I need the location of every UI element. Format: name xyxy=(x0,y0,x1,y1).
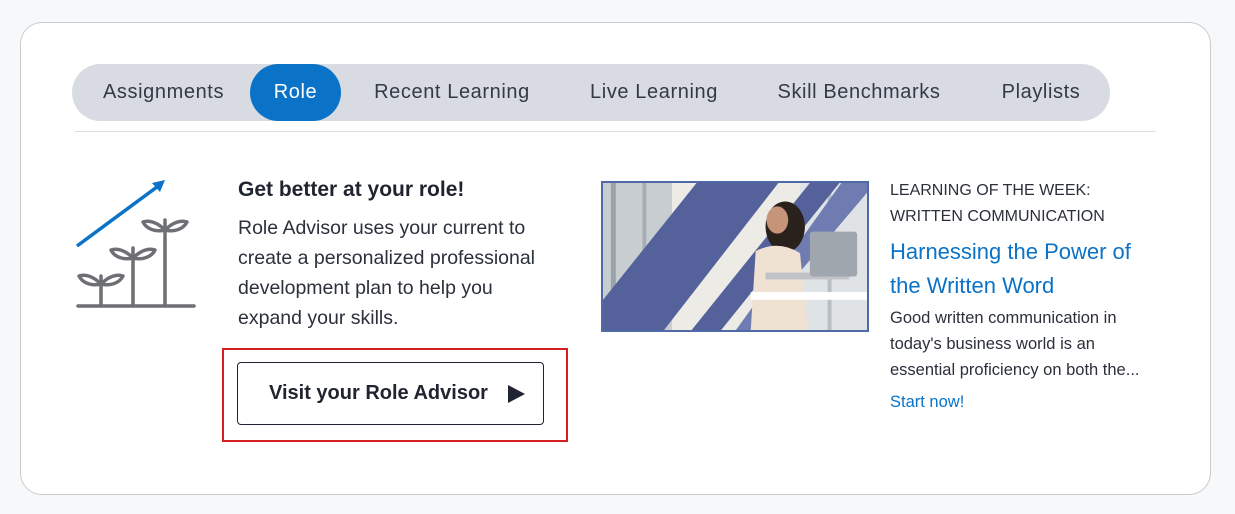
tab-assignments[interactable]: Assignments xyxy=(77,64,250,121)
start-now-link[interactable]: Start now! xyxy=(890,393,964,412)
section-divider xyxy=(75,131,1156,132)
tab-skill-benchmarks[interactable]: Skill Benchmarks xyxy=(745,64,973,121)
role-promo: Get better at your role! Role Advisor us… xyxy=(238,178,568,333)
tab-live-learning[interactable]: Live Learning xyxy=(563,64,745,121)
promo-title: Get better at your role! xyxy=(238,178,465,201)
tab-role[interactable]: Role xyxy=(250,64,341,121)
visit-role-advisor-button[interactable]: Visit your Role Advisor xyxy=(237,362,544,425)
tab-playlists[interactable]: Playlists xyxy=(973,64,1109,121)
lotw-thumbnail[interactable] xyxy=(601,181,869,332)
growing-plants-chart-icon xyxy=(75,180,196,308)
lotw-description: Good written communication in today's bu… xyxy=(890,309,1140,379)
lotw-title-link[interactable]: Harnessing the Power of the Written Word xyxy=(890,235,1165,303)
role-card: Assignments Role Recent Learning Live Le… xyxy=(20,22,1211,495)
learning-of-the-week: LEARNING OF THE WEEK: WRITTEN COMMUNICAT… xyxy=(890,178,1165,412)
tab-recent-learning[interactable]: Recent Learning xyxy=(341,64,563,121)
tab-bar: Assignments Role Recent Learning Live Le… xyxy=(72,64,1110,121)
lotw-kicker: LEARNING OF THE WEEK: WRITTEN COMMUNICAT… xyxy=(890,182,1105,225)
advisor-button-label: Visit your Role Advisor xyxy=(269,382,488,404)
promo-description: Role Advisor uses your current to create… xyxy=(238,217,536,329)
play-icon xyxy=(507,384,525,403)
